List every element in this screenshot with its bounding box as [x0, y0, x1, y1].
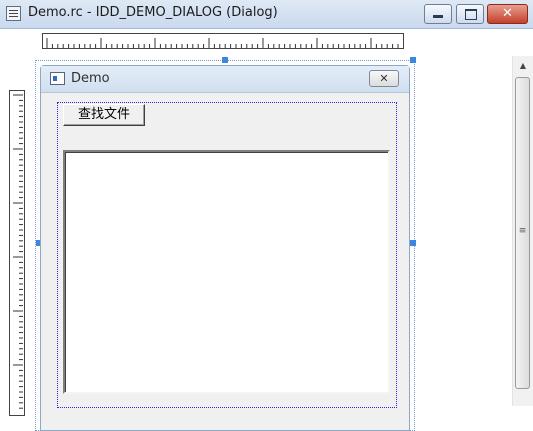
dialog-title: Demo [71, 71, 110, 86]
minimize-button[interactable] [424, 4, 452, 24]
demo-dialog[interactable]: Demo ✕ 查找文件 [40, 65, 410, 431]
window-title: Demo.rc - IDD_DEMO_DIALOG (Dialog) [28, 5, 278, 20]
vertical-scrollbar[interactable]: ▲ ≡ [512, 56, 533, 406]
dialog-window-icon [50, 72, 65, 85]
maximize-icon [465, 9, 477, 20]
minimize-icon [433, 15, 443, 18]
resize-handle-right[interactable] [410, 240, 416, 246]
resource-file-icon [6, 6, 21, 21]
vertical-ruler[interactable] [9, 90, 25, 416]
scroll-up-icon[interactable]: ▲ [513, 56, 533, 76]
ruler-ticks [13, 94, 23, 409]
resize-handle-top[interactable] [222, 57, 228, 63]
file-list-box[interactable] [63, 150, 390, 394]
dialog-close-button[interactable]: ✕ [369, 70, 399, 87]
resize-handle-top-right[interactable] [410, 57, 416, 63]
dialog-title-bar[interactable]: Demo ✕ [41, 66, 409, 93]
close-icon: ✕ [502, 6, 513, 21]
scroll-thumb[interactable]: ≡ [515, 77, 530, 389]
find-file-button[interactable]: 查找文件 [63, 104, 145, 126]
scroll-grip-icon: ≡ [518, 226, 527, 236]
window-title-bar: Demo.rc - IDD_DEMO_DIALOG (Dialog) ✕ [0, 0, 533, 29]
horizontal-ruler[interactable] [42, 33, 404, 49]
maximize-button[interactable] [456, 4, 484, 24]
close-button[interactable]: ✕ [487, 4, 528, 24]
ruler-ticks [46, 38, 399, 48]
